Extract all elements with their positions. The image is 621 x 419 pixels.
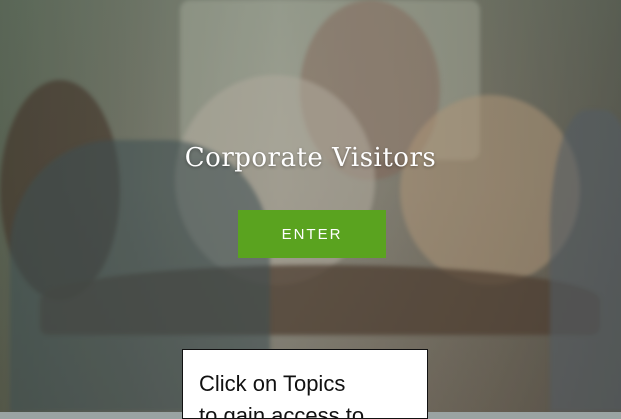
callout-line-2: to gain access to	[199, 403, 365, 419]
hero-title: Corporate Visitors	[184, 143, 437, 173]
enter-button[interactable]: ENTER	[238, 210, 386, 258]
instruction-callout: Click on Topics to gain access to	[182, 349, 428, 419]
callout-line-1: Click on Topics	[199, 371, 346, 396]
